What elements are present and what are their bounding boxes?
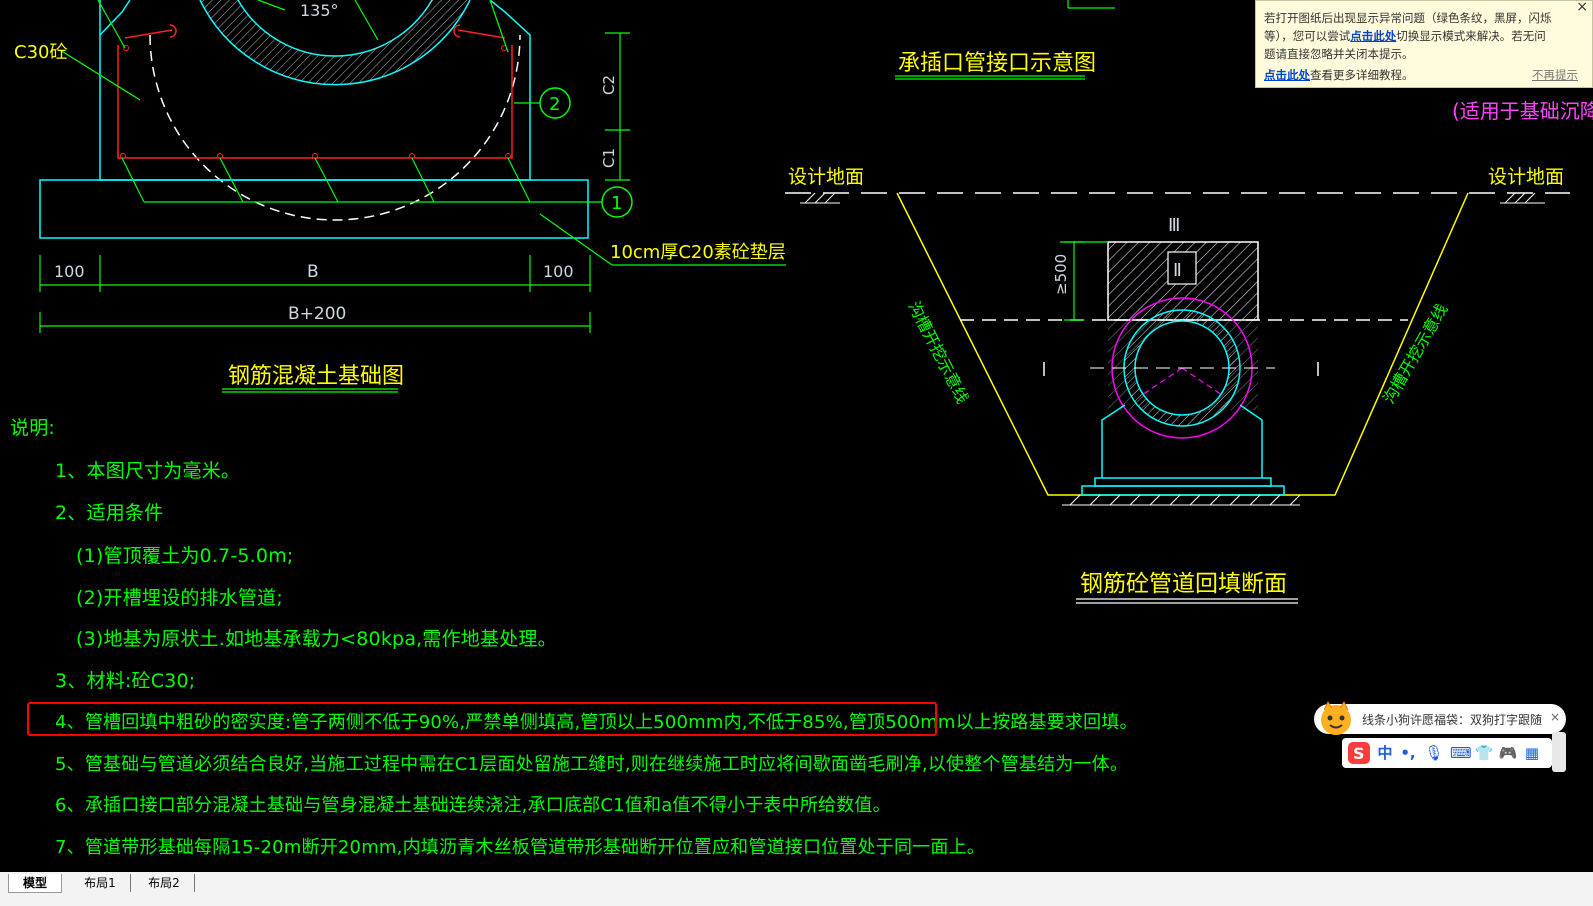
joint-title: 承插口管接口示意图 xyxy=(898,51,1096,76)
notify-more-text: 查看更多详细教程。 xyxy=(1310,68,1414,82)
ime-tip-text: 线条小狗许愿福袋：双狗打字跟随 xyxy=(1362,713,1543,727)
punctuation-icon[interactable]: •, xyxy=(1398,743,1418,763)
ime-toolbar: S 中 •, 🎙 ⌨ 👕 🎮 ▦ xyxy=(1342,738,1552,768)
skin-icon[interactable]: 👕 xyxy=(1474,743,1494,763)
layout-tab-bar: 模型 布局1 布局2 xyxy=(0,872,1593,906)
backfill-drawing: 设计地面 设计地面 沟槽开挖示意线 沟槽开挖示意线 Ⅱ Ⅲ ≥500 钢筋砼管道… xyxy=(785,166,1570,604)
notes-title: 说明: xyxy=(10,417,56,439)
svg-text:S: S xyxy=(1353,744,1365,763)
tab-layout2[interactable]: 布局2 xyxy=(134,874,195,892)
note-item: 5、管基础与管道必须结合良好,当施工过程中需在C1层面处留施工缝时,则在继续施工… xyxy=(55,754,1129,775)
callout-2: 2 xyxy=(549,94,560,115)
dim-total: B+200 xyxy=(288,304,346,324)
note-item: 3、材料:砼C30; xyxy=(55,670,196,692)
dim-500: ≥500 xyxy=(1052,254,1070,295)
zone-3-label: Ⅲ xyxy=(1168,215,1180,236)
close-icon[interactable]: × xyxy=(1550,710,1560,724)
note-item: 1、本图尺寸为毫米。 xyxy=(55,460,241,482)
note-item: 6、承插口接口部分混凝土基础与管身混凝土基础连续浇注,承口底部C1值和a值不得小… xyxy=(55,795,891,816)
sogou-logo-icon[interactable]: S xyxy=(1348,742,1370,764)
angle-label: 135° xyxy=(300,1,339,20)
zone-2-label: Ⅱ xyxy=(1173,260,1182,281)
foundation-drawing: 135° C30砼 2 1 C2 C1 100 B 100 B+200 10cm… xyxy=(14,0,786,393)
display-issue-notification: 若打开图纸后出现显示异常问题（绿色条纹，黑屏，闪烁等），您可以尝试点击此处切换显… xyxy=(1255,0,1593,88)
ime-lang-toggle[interactable]: 中 xyxy=(1374,743,1396,763)
tab-model[interactable]: 模型 xyxy=(8,874,62,893)
close-icon[interactable]: × xyxy=(1576,0,1588,15)
dim-b: B xyxy=(307,262,319,282)
note-item: (3)地基为原状土.如地基承载力<80kpa,需作地基处理。 xyxy=(76,628,557,650)
joint-note-clipped: (适用于基础沉降 xyxy=(1452,99,1593,123)
slope-label-left: 沟槽开挖示意线 xyxy=(904,298,972,406)
note-item: 7、管道带形基础每隔15-20m断开20mm,内填沥青木丝板管道带形基础断开位置… xyxy=(55,837,985,858)
dim-c1: C1 xyxy=(600,148,618,168)
cushion-label: 10cm厚C20素砼垫层 xyxy=(610,242,786,263)
note-item: (2)开槽埋设的排水管道; xyxy=(76,587,283,609)
ground-label-left: 设计地面 xyxy=(788,166,864,188)
ground-label-right: 设计地面 xyxy=(1488,166,1564,188)
keyboard-icon[interactable]: ⌨ xyxy=(1450,743,1472,763)
callout-1: 1 xyxy=(611,193,622,214)
tab-layout1[interactable]: 布局1 xyxy=(70,874,131,892)
slope-label-right: 沟槽开挖示意线 xyxy=(1379,300,1451,407)
switch-display-mode-link[interactable]: 点击此处 xyxy=(1350,29,1396,43)
dim-left: 100 xyxy=(54,262,85,281)
game-icon[interactable]: 🎮 xyxy=(1498,743,1518,763)
dog-mascot-icon xyxy=(1321,701,1351,735)
note-item: 2、适用条件 xyxy=(55,502,164,524)
dim-right: 100 xyxy=(543,262,574,281)
highlight-box xyxy=(27,702,937,736)
microphone-icon[interactable]: 🎙 xyxy=(1424,743,1444,763)
dont-show-again-link[interactable]: 不再提示 xyxy=(1532,67,1578,83)
c30-label: C30砼 xyxy=(14,42,67,63)
backfill-title: 钢筋砼管道回填断面 xyxy=(1080,571,1287,597)
ime-drag-handle[interactable] xyxy=(1552,732,1566,772)
tutorial-link[interactable]: 点击此处 xyxy=(1264,68,1310,82)
note-item: (1)管顶覆土为0.7-5.0m; xyxy=(76,545,294,567)
foundation-title: 钢筋混凝土基础图 xyxy=(228,364,404,389)
ime-promo-bubble[interactable]: 线条小狗许愿福袋：双狗打字跟随 × xyxy=(1314,701,1566,735)
toolbox-grid-icon[interactable]: ▦ xyxy=(1522,743,1542,763)
dim-c2: C2 xyxy=(600,75,618,95)
